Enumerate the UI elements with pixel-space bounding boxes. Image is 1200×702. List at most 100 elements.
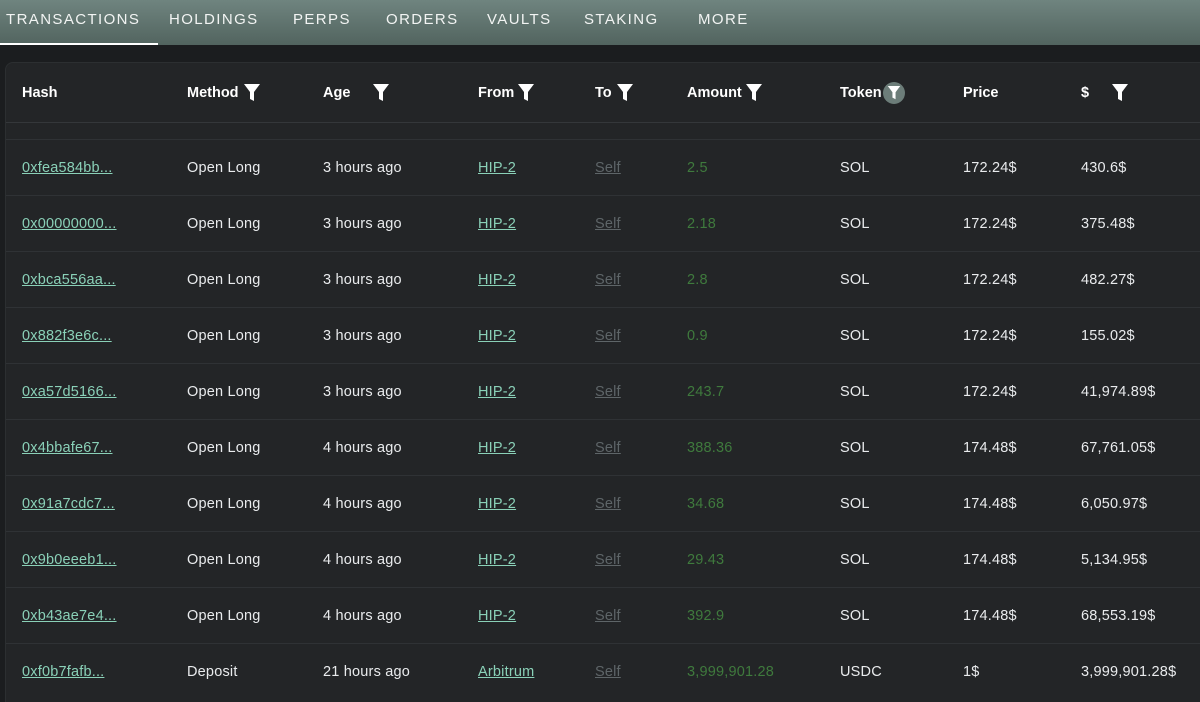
from-link[interactable]: HIP-2 [478,252,516,308]
table-row: 0x91a7cdc7... Open Long 4 hours ago HIP-… [6,476,1200,532]
method-cell: Open Long [187,608,261,624]
token-cell: SOL [840,608,870,624]
table-row: 0x882f3e6c... Open Long 3 hours ago HIP-… [6,308,1200,364]
to-link[interactable]: Self [595,420,621,476]
tab-bar: TRANSACTIONS HOLDINGS PERPS ORDERS VAULT… [0,0,1200,45]
from-link[interactable]: HIP-2 [478,364,516,420]
amount-cell: 392.9 [687,608,725,624]
to-link[interactable]: Self [595,196,621,252]
from-link[interactable]: HIP-2 [478,532,516,588]
tx-hash-link[interactable]: 0x882f3e6c... [22,308,112,364]
tx-hash-link[interactable]: 0x4bbafe67... [22,420,112,476]
price-cell: 174.48$ [963,608,1017,624]
to-link[interactable]: Self [595,308,621,364]
tx-hash-link[interactable]: 0xa57d5166... [22,364,117,420]
amount-cell: 2.18 [687,216,717,232]
tx-hash-link[interactable]: 0xf0b7fafb... [22,644,104,700]
table-row: 0xa57d5166... Open Long 3 hours ago HIP-… [6,364,1200,420]
token-cell: SOL [840,216,870,232]
price-cell: 174.48$ [963,552,1017,568]
token-cell: SOL [840,552,870,568]
token-cell: SOL [840,328,870,344]
tx-hash-link[interactable]: 0xb43ae7e4... [22,588,117,644]
tx-hash-link[interactable]: 0x00000000... [22,196,117,252]
from-link[interactable]: HIP-2 [478,196,516,252]
usd-value-cell: 5,134.95$ [1081,552,1148,568]
column-header-usd: $ [1081,85,1090,101]
to-link[interactable]: Self [595,364,621,420]
age-cell: 4 hours ago [323,496,402,512]
token-filter-active-icon[interactable] [883,82,905,104]
tx-hash-link[interactable]: 0xbca556aa... [22,252,116,308]
method-cell: Open Long [187,272,261,288]
amount-cell: 29.43 [687,552,725,568]
to-link[interactable]: Self [595,140,621,196]
price-cell: 172.24$ [963,216,1017,232]
tx-hash-link[interactable]: 0xfea584bb... [22,140,112,196]
price-cell: 172.24$ [963,384,1017,400]
age-cell: 4 hours ago [323,608,402,624]
amount-cell: 34.68 [687,496,725,512]
price-cell: 172.24$ [963,272,1017,288]
header-spacer [6,123,1200,140]
to-link[interactable]: Self [595,588,621,644]
table-header: Hash Method Age From To Amount Token Pri… [6,63,1200,123]
price-cell: 172.24$ [963,160,1017,176]
token-cell: SOL [840,160,870,176]
from-link[interactable]: HIP-2 [478,420,516,476]
usd-value-cell: 67,761.05$ [1081,440,1156,456]
age-filter-icon[interactable] [372,83,390,103]
amount-cell: 388.36 [687,440,733,456]
from-filter-icon[interactable] [517,83,535,103]
token-cell: SOL [840,384,870,400]
age-cell: 3 hours ago [323,160,402,176]
tab-holdings[interactable]: HOLDINGS [169,0,259,45]
transactions-table: Hash Method Age From To Amount Token Pri… [5,62,1200,702]
tab-vaults[interactable]: VAULTS [487,0,552,45]
price-cell: 174.48$ [963,440,1017,456]
age-cell: 4 hours ago [323,440,402,456]
usd-value-cell: 375.48$ [1081,216,1135,232]
column-header-age: Age [323,85,351,101]
table-row: 0x00000000... Open Long 3 hours ago HIP-… [6,196,1200,252]
tx-hash-link[interactable]: 0x9b0eeeb1... [22,532,117,588]
tab-orders[interactable]: ORDERS [386,0,459,45]
to-link[interactable]: Self [595,532,621,588]
method-cell: Open Long [187,216,261,232]
age-cell: 21 hours ago [323,664,411,680]
to-link[interactable]: Self [595,644,621,700]
table-row: 0xbca556aa... Open Long 3 hours ago HIP-… [6,252,1200,308]
usd-value-cell: 41,974.89$ [1081,384,1156,400]
usd-filter-icon[interactable] [1111,83,1129,103]
method-cell: Open Long [187,440,261,456]
from-link[interactable]: HIP-2 [478,140,516,196]
from-link[interactable]: HIP-2 [478,308,516,364]
tx-hash-link[interactable]: 0x91a7cdc7... [22,476,115,532]
to-link[interactable]: Self [595,252,621,308]
usd-value-cell: 155.02$ [1081,328,1135,344]
age-cell: 3 hours ago [323,216,402,232]
tab-perps[interactable]: PERPS [293,0,351,45]
tab-more[interactable]: MORE [698,0,749,45]
usd-value-cell: 68,553.19$ [1081,608,1156,624]
from-link[interactable]: HIP-2 [478,588,516,644]
tab-transactions[interactable]: TRANSACTIONS [0,0,159,45]
column-header-from: From [478,85,515,101]
column-header-hash: Hash [22,85,58,101]
amount-cell: 3,999,901.28 [687,664,775,680]
method-filter-icon[interactable] [243,83,261,103]
column-header-to: To [595,85,612,101]
from-link[interactable]: Arbitrum [478,644,534,700]
column-header-price: Price [963,85,999,101]
amount-cell: 2.8 [687,272,708,288]
tab-staking[interactable]: STAKING [584,0,659,45]
usd-value-cell: 3,999,901.28$ [1081,664,1177,680]
amount-filter-icon[interactable] [745,83,763,103]
token-cell: SOL [840,440,870,456]
table-row: 0x4bbafe67... Open Long 4 hours ago HIP-… [6,420,1200,476]
to-filter-icon[interactable] [616,83,634,103]
method-cell: Deposit [187,664,238,680]
from-link[interactable]: HIP-2 [478,476,516,532]
to-link[interactable]: Self [595,476,621,532]
price-cell: 1$ [963,664,980,680]
